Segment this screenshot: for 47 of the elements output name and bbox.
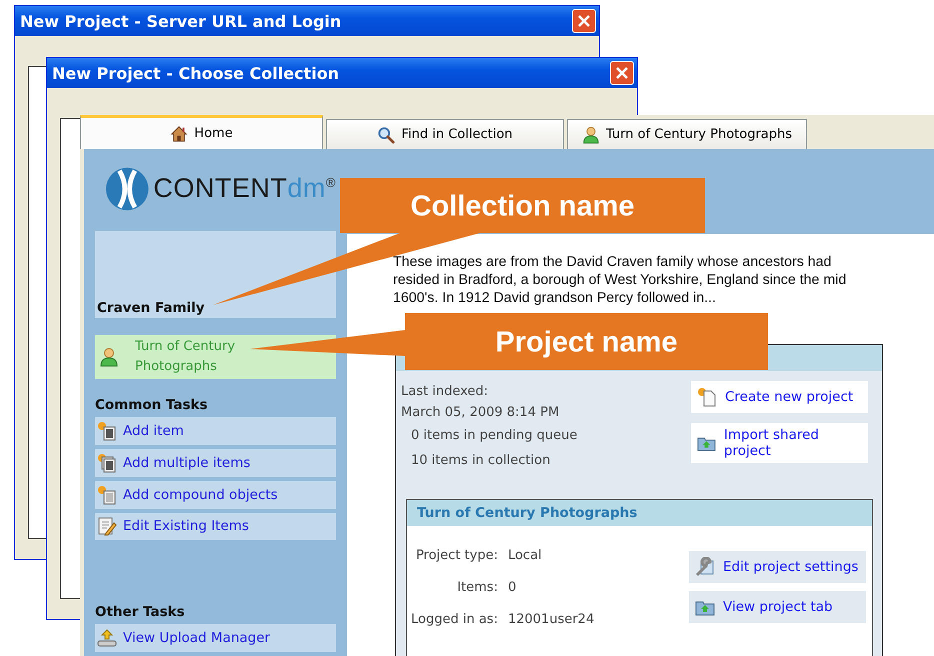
logo-text: CONTENTdm$^{®}$ bbox=[153, 173, 336, 204]
person-icon bbox=[99, 347, 119, 368]
window-title: New Project - Server URL and Login bbox=[20, 12, 342, 30]
close-icon bbox=[577, 14, 591, 28]
edit-icon bbox=[97, 516, 117, 536]
window-title: New Project - Choose Collection bbox=[52, 64, 340, 82]
add-item-icon bbox=[97, 452, 117, 473]
collection-name: Craven Family bbox=[97, 300, 205, 316]
field-value: 12001user24 bbox=[508, 612, 594, 629]
logo-icon bbox=[105, 166, 150, 212]
close-icon bbox=[615, 66, 629, 80]
action-link[interactable]: Edit project settings bbox=[689, 551, 866, 583]
house-icon bbox=[170, 124, 188, 142]
action-link[interactable]: View project tab bbox=[689, 591, 866, 623]
wrench-icon bbox=[695, 557, 715, 577]
last-indexed-label: Last indexed: bbox=[401, 383, 490, 401]
close-button[interactable] bbox=[572, 9, 596, 33]
add-item-icon bbox=[97, 421, 117, 442]
task-link[interactable]: Add multiple items bbox=[95, 449, 336, 477]
close-button[interactable] bbox=[610, 61, 634, 85]
pending-count: 0 items in pending queue bbox=[410, 427, 578, 445]
task-link[interactable]: Add compound objects bbox=[95, 480, 336, 509]
field-value: Local bbox=[508, 548, 543, 565]
add-item-icon bbox=[97, 484, 117, 505]
callout: Project name bbox=[250, 313, 768, 370]
task-link[interactable]: View Upload Manager bbox=[95, 624, 336, 652]
new-document-icon bbox=[697, 387, 717, 407]
last-indexed-date: March 05, 2009 8:14 PM bbox=[401, 404, 560, 422]
project-title: Turn of Century Photographs bbox=[407, 500, 872, 526]
search-icon bbox=[377, 126, 396, 144]
field-value: 0 bbox=[508, 580, 518, 597]
task-link[interactable]: Edit Existing Items bbox=[95, 512, 336, 540]
field-label: Items: bbox=[456, 580, 498, 597]
action-link[interactable]: Create new project bbox=[691, 381, 868, 413]
tab[interactable]: Find in Collection bbox=[326, 119, 564, 149]
task-link[interactable]: Add item bbox=[95, 417, 336, 446]
action-link[interactable]: Import shared project bbox=[691, 423, 868, 463]
collection-description: These images are from the David Craven family whose ancestors had resided in Bradford, a borough of West Yorkshire, England since the mid 1600's. In 1912 David grandson Percy followed in... bbox=[393, 253, 848, 307]
person-icon bbox=[582, 126, 600, 144]
section-heading: Common Tasks bbox=[95, 397, 209, 416]
field-label: Project type: bbox=[414, 548, 498, 565]
collection-count: 10 items in collection bbox=[410, 452, 552, 470]
section-heading: Other Tasks bbox=[95, 604, 186, 622]
tab[interactable]: Home bbox=[80, 115, 323, 149]
upload-icon bbox=[97, 628, 117, 648]
field-label: Logged in as: bbox=[411, 612, 498, 629]
tab[interactable]: Turn of Century Photographs bbox=[567, 119, 807, 149]
